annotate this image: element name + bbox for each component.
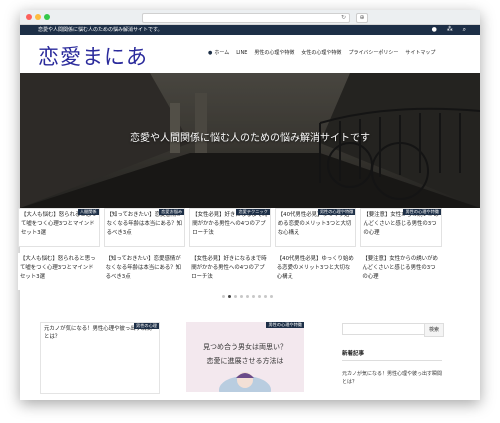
nav-item-line[interactable]: LINE bbox=[236, 50, 247, 57]
browser-chrome: ↻ ⊕ bbox=[20, 10, 480, 25]
slider-dot[interactable] bbox=[258, 295, 261, 298]
minimize-window-button[interactable] bbox=[35, 14, 41, 20]
home-icon: ● bbox=[208, 50, 213, 56]
article-card[interactable]: 【大人も悩む】怒られると思って嘘をつく心理3つとマインドセット3選 人間関係 bbox=[18, 208, 100, 247]
slider-dot[interactable] bbox=[222, 295, 225, 298]
slider-dot[interactable] bbox=[270, 295, 273, 298]
category-badge[interactable]: 男性の心理や特徴 bbox=[266, 322, 304, 328]
main-nav: ● ホーム LINE 男性の心理や特徴 女性の心理や特徴 プライバシーポリシー サ… bbox=[208, 50, 435, 57]
site-header: 恋愛まにあ ● ホーム LINE 男性の心理や特徴 女性の心理や特徴 プライバシー… bbox=[20, 35, 480, 73]
maximize-window-button[interactable] bbox=[44, 14, 50, 20]
article-card[interactable]: 【40代男性必見】ゆっくり始める恋愛のメリット3つと大切な心構え 男性の心理や特徴 bbox=[274, 208, 357, 247]
featured-cards: 【大人も悩む】怒られると思って嘘をつく心理3つとマインドセット3選 人間関係 【知… bbox=[18, 208, 442, 296]
nav-item-sitemap[interactable]: サイトマップ bbox=[405, 50, 435, 57]
slider-dot[interactable] bbox=[246, 295, 249, 298]
category-badge[interactable]: 人間関係 bbox=[77, 209, 99, 215]
article-title: 【知っておきたい】恋愛感情がなくなる年齢は本当にある？知るべき3点 bbox=[105, 256, 182, 280]
slider-dot[interactable] bbox=[264, 295, 267, 298]
article-card[interactable]: 【女性必見】好きになるまで時間がかかる男性への4つのアプローチ法 恋愛テクニック bbox=[189, 208, 271, 247]
slider-dot[interactable] bbox=[240, 295, 243, 298]
article-card[interactable]: 【知っておきたい】恋愛感情がなくなる年齢は本当にある？知るべき3点 bbox=[103, 253, 186, 290]
post-card[interactable]: 元カノが気になる！男性心理や彼っ出す瞬間とは？ 男性の心理 bbox=[40, 322, 160, 394]
article-title: 【大人も悩む】怒られると思って嘘をつく心理3つとマインドセット3選 bbox=[20, 256, 96, 280]
article-card[interactable]: 【女性必見】好きになるまで時間がかかる男性への4つのアプローチ法 bbox=[189, 253, 271, 290]
article-card[interactable]: 【知っておきたい】恋愛感情がなくなる年齢は本当にある？知るべき3点 恋愛お悩み bbox=[103, 208, 186, 247]
address-bar[interactable]: ↻ bbox=[142, 13, 350, 23]
article-card[interactable]: 【大人も悩む】怒られると思って嘘をつく心理3つとマインドセット3選 bbox=[18, 253, 100, 290]
article-title: 【女性必見】好きになるまで時間がかかる男性への4つのアプローチ法 bbox=[191, 256, 267, 280]
card-row: 【大人も悩む】怒られると思って嘘をつく心理3つとマインドセット3選 【知っておき… bbox=[18, 253, 442, 290]
card-row: 【大人も悩む】怒られると思って嘘をつく心理3つとマインドセット3選 人間関係 【知… bbox=[18, 208, 442, 247]
article-card[interactable]: 【要注意】女性からの誘いがめんどくさいと感じる男性の3つの心理 bbox=[360, 253, 442, 290]
reload-icon[interactable]: ↻ bbox=[341, 14, 346, 22]
article-card[interactable]: 【要注意】女性からの誘いがめんどくさいと感じる男性の3つの心理 男性の心理や特徴 bbox=[360, 208, 442, 247]
hero-caption: 恋愛や人間関係に悩む人のための悩み解消サイトです bbox=[130, 133, 370, 144]
category-badge[interactable]: 恋愛テクニック bbox=[236, 209, 270, 215]
search-input[interactable] bbox=[342, 323, 426, 335]
hero-banner: 恋愛や人間関係に悩む人のための悩み解消サイトです bbox=[20, 73, 480, 208]
post-thumbnail: 見つめ合う男女は両思い？ 恋愛に進展させる方法は bbox=[186, 332, 304, 392]
category-badge[interactable]: 男性の心理や特徴 bbox=[403, 209, 441, 215]
recent-post-link[interactable]: 元カノが気になる！男性心理や彼っ出す瞬間とは？ bbox=[342, 370, 442, 386]
slider-dot[interactable] bbox=[228, 295, 231, 298]
site-tagline: 恋愛や人間関係に悩む人のための悩み解消サイトです。 bbox=[38, 27, 163, 33]
nav-item-privacy[interactable]: プライバシーポリシー bbox=[348, 50, 398, 57]
new-tab-icon[interactable]: ⊕ bbox=[356, 13, 368, 23]
social-icons[interactable]: ● ⁂ ⌕ bbox=[432, 26, 470, 34]
category-badge[interactable]: 男性の心理や特徴 bbox=[317, 209, 356, 215]
thumbnail-illustration bbox=[219, 372, 271, 392]
article-title: 【要注意】女性からの誘いがめんどくさいと感じる男性の3つの心理 bbox=[362, 256, 438, 280]
article-card[interactable]: 【40代男性必見】ゆっくり始める恋愛のメリット3つと大切な心構え bbox=[274, 253, 357, 290]
nav-item-home[interactable]: ● ホーム bbox=[208, 50, 229, 57]
nav-item-female[interactable]: 女性の心理や特徴 bbox=[301, 50, 341, 57]
category-badge[interactable]: 恋愛お悩み bbox=[159, 209, 185, 215]
category-badge[interactable]: 男性の心理 bbox=[134, 323, 159, 329]
top-bar: 恋愛や人間関係に悩む人のための悩み解消サイトです。 ● ⁂ ⌕ bbox=[20, 25, 480, 35]
nav-item-male[interactable]: 男性の心理や特徴 bbox=[254, 50, 294, 57]
close-window-button[interactable] bbox=[26, 14, 32, 20]
post-card[interactable]: 男性の心理や特徴 見つめ合う男女は両思い？ 恋愛に進展させる方法は bbox=[186, 322, 304, 392]
search-button[interactable]: 検索 bbox=[424, 323, 444, 337]
site-logo[interactable]: 恋愛まにあ bbox=[38, 41, 148, 71]
article-title: 【40代男性必見】ゆっくり始める恋愛のメリット3つと大切な心構え bbox=[276, 256, 354, 280]
recent-posts-heading: 新着記事 bbox=[342, 350, 442, 361]
slider-dot[interactable] bbox=[252, 295, 255, 298]
slider-dot[interactable] bbox=[234, 295, 237, 298]
slider-dots bbox=[222, 295, 273, 298]
